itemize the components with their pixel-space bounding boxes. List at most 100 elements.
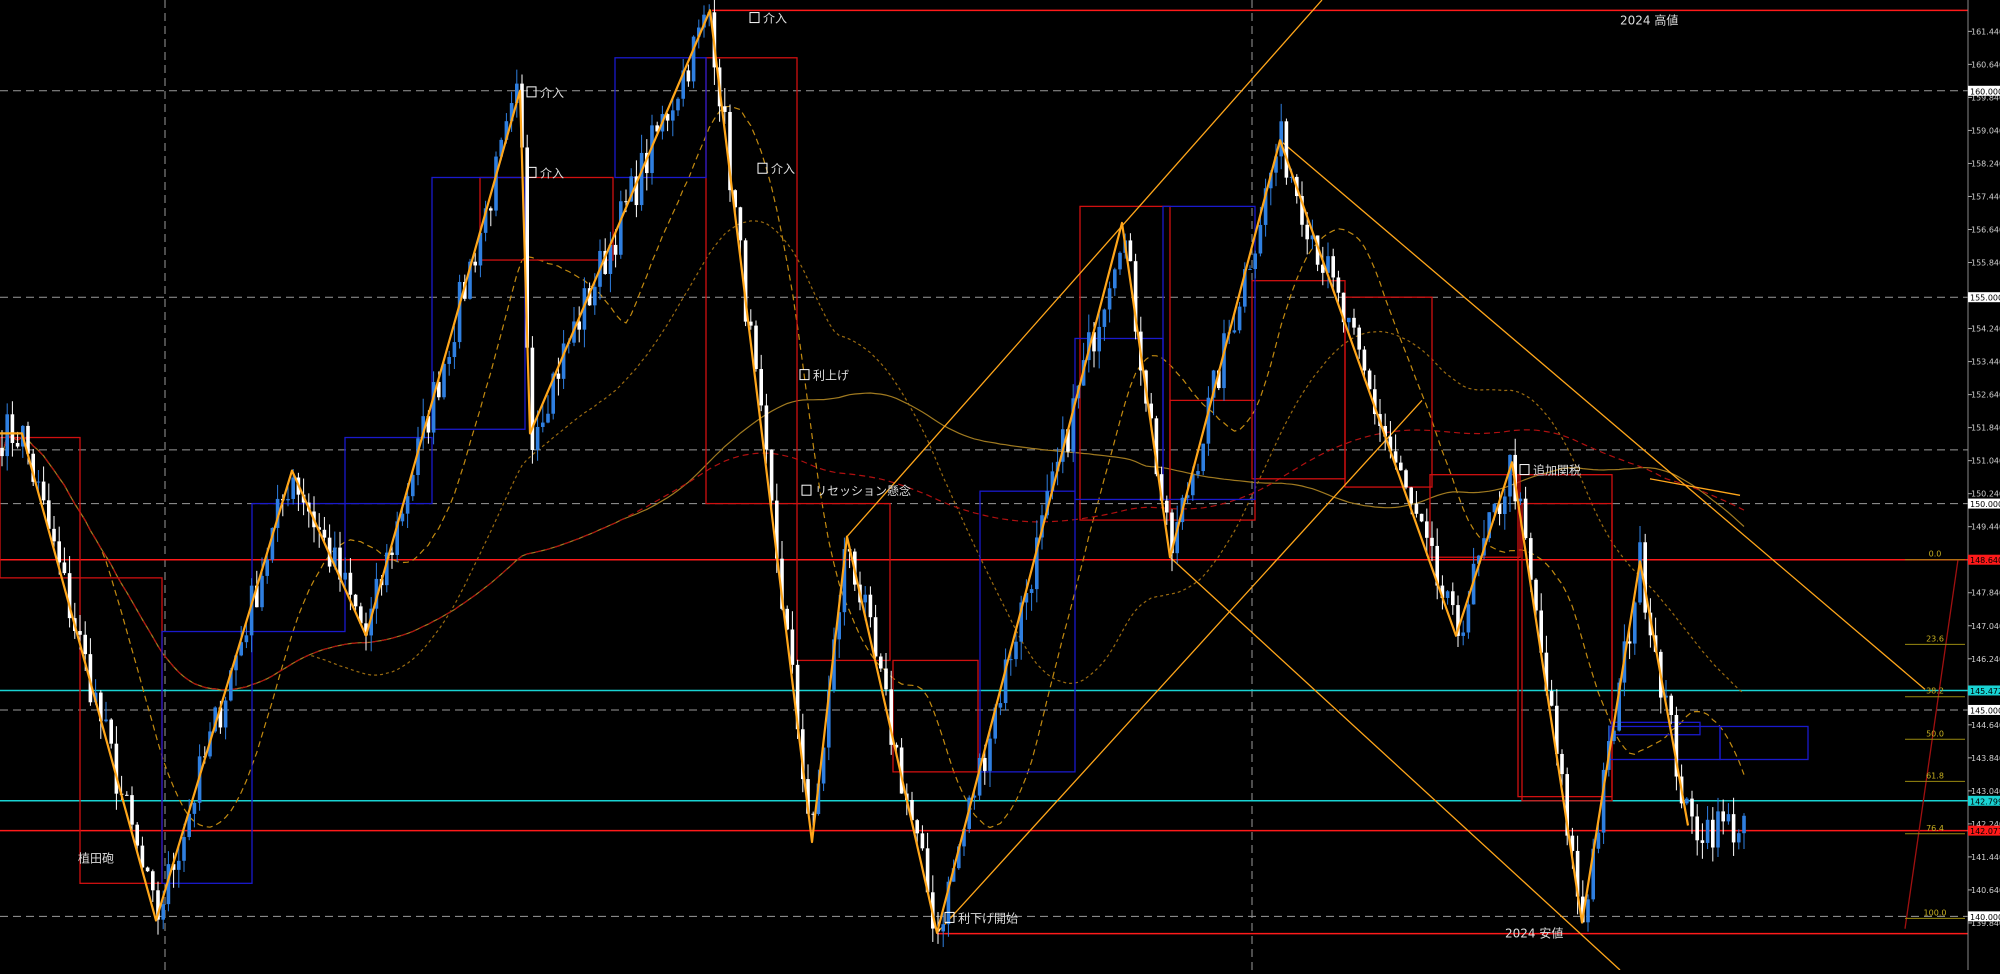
range-box-red: [479, 176, 614, 261]
candle-body: [1399, 462, 1403, 471]
candle-body: [1009, 659, 1013, 661]
candle-body: [1586, 899, 1590, 923]
candle-body: [1737, 833, 1741, 843]
candle-body: [639, 152, 644, 206]
candle-body: [1518, 498, 1523, 502]
candle-body: [1237, 306, 1242, 331]
candle-body: [998, 703, 1003, 708]
candle-body: [1331, 256, 1335, 278]
candle-body: [754, 325, 758, 370]
candle-body: [619, 201, 623, 255]
moving-average-line: [1, 220, 1745, 695]
candle-body: [1201, 443, 1205, 472]
price-label-text: 155.000: [1970, 294, 2000, 303]
candle-body: [353, 594, 358, 607]
candle-body: [265, 559, 269, 576]
price-tick-label: 146.240: [1971, 655, 2000, 664]
candle-body: [125, 794, 129, 796]
candle-body: [1445, 591, 1450, 598]
price-tick-label: 160.640: [1971, 60, 2000, 69]
candle-body: [1014, 641, 1018, 660]
annotation-label: 植田砲: [78, 851, 114, 866]
price-tick-label: 153.440: [1971, 358, 2000, 367]
candle-body: [57, 541, 61, 563]
candle-body: [1560, 753, 1564, 775]
candle-body: [759, 369, 763, 406]
candle-body: [1362, 349, 1367, 371]
fib-level-label: 38.2: [1926, 687, 1944, 696]
moving-average-line: [1, 105, 1745, 829]
candle-body: [0, 447, 4, 457]
zigzag-line: [0, 9, 1690, 935]
candle-body: [1549, 691, 1554, 706]
candle-body: [556, 373, 561, 379]
range-box-red: [79, 577, 163, 884]
candle-body: [1404, 470, 1408, 488]
price-label-text: 142.077: [1970, 827, 2000, 836]
candlestick-chart[interactable]: 0.0 23.6 38.2 50.0 61.8 76.4 100.0 2024 高値 2024…: [0, 0, 2000, 971]
candle-body: [442, 363, 446, 398]
candle-body: [1466, 604, 1471, 633]
range-box-red: [0, 436, 81, 579]
candle-body: [83, 634, 87, 655]
candle-body: [868, 594, 873, 618]
candle-body: [988, 738, 992, 771]
candle-body: [291, 477, 295, 499]
price-tick-label: 144.640: [1971, 721, 2000, 730]
candle-body: [10, 414, 15, 443]
annotation-icon: [757, 162, 768, 174]
candle-body: [1716, 811, 1720, 848]
candle-body: [1700, 840, 1705, 843]
candle-body: [1503, 496, 1507, 514]
candle-body: [1029, 589, 1034, 593]
candle-body: [36, 481, 41, 483]
price-label-text: 140.000: [1970, 913, 2000, 922]
candle-body: [177, 860, 181, 870]
price-label-text: 150.000: [1970, 500, 2000, 509]
fib-level-label: 76.4: [1926, 824, 1944, 833]
candle-body: [873, 617, 878, 657]
candle-body: [161, 904, 165, 920]
candle-body: [78, 631, 82, 635]
candle-body: [884, 668, 888, 690]
candle-body: [1118, 252, 1122, 270]
price-tick-label: 147.040: [1971, 622, 2000, 631]
candle-body: [1669, 695, 1673, 716]
candle-body: [1258, 224, 1263, 254]
candle-body: [145, 867, 150, 872]
price-tick-label: 157.440: [1971, 192, 2000, 201]
trend-line: [936, 399, 1423, 934]
candle-body: [983, 757, 987, 771]
candle-body: [541, 422, 545, 427]
candle-body: [1113, 269, 1117, 289]
candle-body: [764, 405, 769, 450]
candle-body: [1451, 591, 1455, 606]
candle-body: [1425, 521, 1429, 538]
candle-body: [1284, 121, 1289, 178]
annotation-label: リセッション懸念: [815, 483, 911, 498]
price-label-text: 142.799: [1970, 797, 2000, 806]
annotation-label: 利上げ: [813, 369, 849, 383]
range-box-red: [1521, 502, 1613, 802]
candle-body: [447, 357, 451, 364]
range-box-red: [705, 57, 798, 505]
candle-body: [1721, 811, 1725, 822]
candle-body: [5, 414, 9, 457]
price-tick-label: 151.840: [1971, 424, 2000, 433]
candle-body: [260, 575, 264, 608]
candle-body: [1248, 268, 1252, 270]
price-label-text: 145.472: [1970, 687, 2000, 696]
candle-body: [390, 552, 394, 555]
candle-body: [52, 528, 56, 542]
candle-body: [1357, 327, 1361, 350]
annotation-icon: [526, 86, 537, 98]
candle-body: [41, 481, 46, 501]
price-tick-label: 158.240: [1971, 159, 2000, 168]
candle-body: [223, 700, 228, 728]
annotation-label: 2024 高値: [1620, 12, 1678, 27]
chart-area[interactable]: 0.0 23.6 38.2 50.0 61.8 76.4 100.0 2024 高値 2024…: [0, 0, 2000, 971]
candle-body: [686, 70, 691, 82]
candle-body: [676, 98, 680, 111]
candle-body: [1107, 288, 1112, 310]
candle-body: [452, 342, 457, 358]
